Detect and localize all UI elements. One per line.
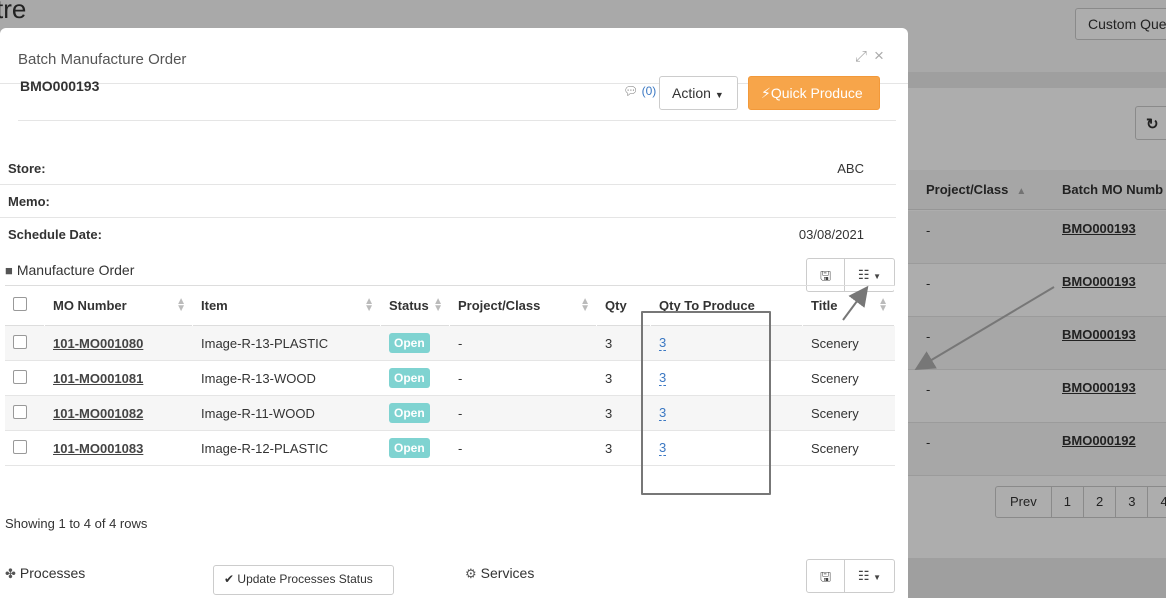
qty-cell: 3 — [605, 371, 613, 386]
col-title-label: Title — [811, 298, 838, 313]
services-section-title: ⚙ Services — [465, 565, 534, 582]
row-checkbox[interactable] — [13, 405, 27, 419]
services-save-view-button[interactable]: 🖫︎ — [806, 559, 845, 593]
mo-number-link[interactable]: 101-MO001083 — [53, 441, 143, 456]
quick-produce-button[interactable]: ⚡︎Quick Produce — [748, 76, 880, 110]
row-checkbox[interactable] — [13, 335, 27, 349]
item-cell: Image-R-13-WOOD — [201, 371, 316, 386]
col-item[interactable]: Item ▲ ▼ — [193, 286, 381, 326]
col-project-class[interactable]: Project/Class ▲ ▼ — [450, 286, 597, 326]
qty-cell: 3 — [605, 406, 613, 421]
mo-number-link[interactable]: 101-MO001082 — [53, 406, 143, 421]
processes-icon: ✤ — [5, 566, 16, 581]
item-cell: Image-R-13-PLASTIC — [201, 336, 329, 351]
update-processes-label: Update Processes Status — [237, 572, 373, 586]
col-title[interactable]: Title ▲ ▼ — [803, 286, 895, 326]
select-all-checkbox[interactable] — [13, 297, 27, 311]
table-footer-info: Showing 1 to 4 of 4 rows — [5, 516, 148, 531]
status-badge: Open — [389, 368, 430, 388]
schedule-date-value: 03/08/2021 — [798, 227, 864, 242]
sort-icon: ▲ ▼ — [364, 296, 374, 314]
col-status[interactable]: Status ▲ ▼ — [381, 286, 450, 326]
grid-icon: ☷ — [857, 568, 870, 583]
action-label: Action — [672, 85, 711, 101]
comments-link[interactable]: 💬︎ (0) — [623, 84, 656, 98]
qty-to-produce-highlight-box — [641, 311, 771, 495]
expand-icon[interactable]: ⤢ — [855, 48, 867, 65]
grid-icon: ☷ — [857, 267, 870, 282]
info-row-memo: Memo: — [0, 185, 896, 218]
manufacture-order-title-text: Manufacture Order — [16, 262, 135, 278]
col-mo-number[interactable]: MO Number ▲ ▼ — [45, 286, 193, 326]
qty-cell: 3 — [605, 441, 613, 456]
col-project-class-label: Project/Class — [458, 298, 541, 313]
caret-down-icon: ▼ — [873, 573, 882, 582]
services-title-text: Services — [480, 565, 535, 581]
action-dropdown-button[interactable]: Action ▼ — [659, 76, 738, 110]
col-status-label: Status — [389, 298, 429, 313]
sort-icon: ▲ ▼ — [878, 296, 888, 314]
status-badge: Open — [389, 333, 430, 353]
comment-icon: 💬︎ — [623, 84, 639, 98]
status-badge: Open — [389, 403, 430, 423]
project-class-cell: - — [458, 336, 463, 351]
divider — [18, 120, 896, 121]
project-class-cell: - — [458, 371, 463, 386]
modal-title: Batch Manufacture Order — [18, 51, 187, 68]
title-cell: Scenery — [811, 441, 859, 456]
floppy-icon: 🖫︎ — [819, 569, 832, 584]
qty-cell: 3 — [605, 336, 613, 351]
close-icon[interactable]: × — [874, 46, 884, 66]
project-class-cell: - — [458, 441, 463, 456]
info-row-schedule-date: Schedule Date: 03/08/2021 — [0, 218, 896, 251]
info-row-store: Store: ABC — [0, 152, 896, 185]
row-checkbox[interactable] — [13, 370, 27, 384]
mo-number-link[interactable]: 101-MO001080 — [53, 336, 143, 351]
processes-section-title: ✤ Processes — [5, 565, 85, 582]
col-item-label: Item — [201, 298, 228, 313]
order-number: BMO000193 — [20, 78, 100, 94]
sort-icon: ▲ ▼ — [433, 296, 443, 314]
update-processes-status-button[interactable]: ✔ Update Processes Status — [213, 565, 394, 595]
services-columns-toggle-button[interactable]: ☷ ▼ — [844, 559, 895, 593]
caret-down-icon: ▼ — [714, 90, 724, 100]
row-checkbox[interactable] — [13, 440, 27, 454]
store-value: ABC — [837, 161, 864, 176]
col-mo-number-label: MO Number — [53, 298, 127, 313]
caret-down-icon: ▼ — [873, 272, 882, 281]
gear-icon: ⚙ — [465, 566, 477, 581]
mo-number-link[interactable]: 101-MO001081 — [53, 371, 143, 386]
check-icon: ✔ — [224, 572, 235, 586]
item-cell: Image-R-11-WOOD — [201, 406, 315, 421]
project-class-cell: - — [458, 406, 463, 421]
processes-title-text: Processes — [19, 565, 86, 581]
quick-produce-label: Quick Produce — [770, 85, 863, 101]
item-cell: Image-R-12-PLASTIC — [201, 441, 329, 456]
floppy-icon: 🖫︎ — [819, 268, 832, 283]
manufacture-order-section-title: ■ Manufacture Order — [5, 262, 134, 278]
col-qty-label: Qty — [605, 298, 627, 313]
store-label: Store: — [8, 161, 46, 176]
sort-icon: ▲ ▼ — [580, 296, 590, 314]
title-cell: Scenery — [811, 336, 859, 351]
title-cell: Scenery — [811, 406, 859, 421]
sort-icon: ▲ ▼ — [176, 296, 186, 314]
header-select-all — [5, 286, 45, 326]
comment-count: (0) — [641, 84, 657, 98]
title-cell: Scenery — [811, 371, 859, 386]
bolt-icon: ⚡︎ — [761, 85, 771, 101]
status-badge: Open — [389, 438, 430, 458]
memo-label: Memo: — [8, 194, 50, 209]
briefcase-icon: ■ — [5, 263, 13, 278]
schedule-date-label: Schedule Date: — [8, 227, 102, 242]
